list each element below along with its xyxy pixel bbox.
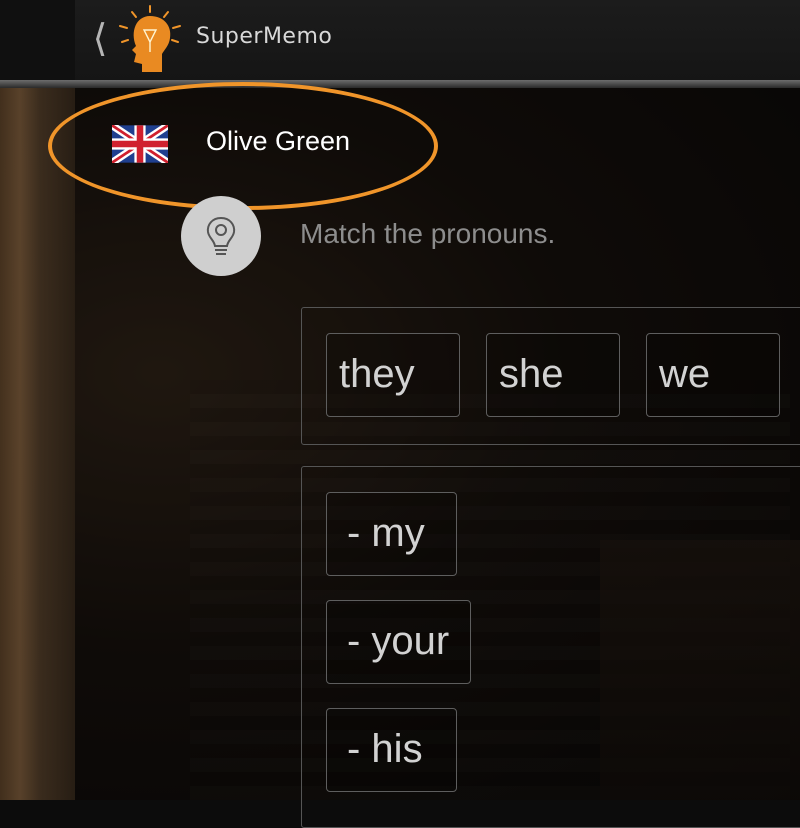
match-target-my[interactable]: - my <box>326 492 457 576</box>
word-chip-we[interactable]: we <box>646 333 780 417</box>
lightbulb-icon <box>206 216 236 255</box>
instruction-text: Match the pronouns. <box>300 218 556 249</box>
user-profile-row[interactable]: Olive Green <box>48 82 438 210</box>
app-header: ⟨ SuperMemo <box>0 0 800 80</box>
user-name: Olive Green <box>206 126 351 156</box>
match-target-his[interactable]: - his <box>326 708 457 792</box>
hint-button[interactable] <box>181 196 261 276</box>
uk-flag-icon <box>112 125 168 163</box>
word-chip-she[interactable]: she <box>486 333 620 417</box>
back-button[interactable]: ⟨ <box>88 14 112 64</box>
word-chip-they[interactable]: they <box>326 333 460 417</box>
chevron-left-icon: ⟨ <box>92 18 108 60</box>
match-target-your[interactable]: - your <box>326 600 471 684</box>
brand-name: SuperMemo <box>196 24 333 49</box>
supermemo-logo <box>112 2 188 78</box>
header-left-panel <box>0 0 75 80</box>
lightbulb-head-logo-icon <box>119 5 181 72</box>
